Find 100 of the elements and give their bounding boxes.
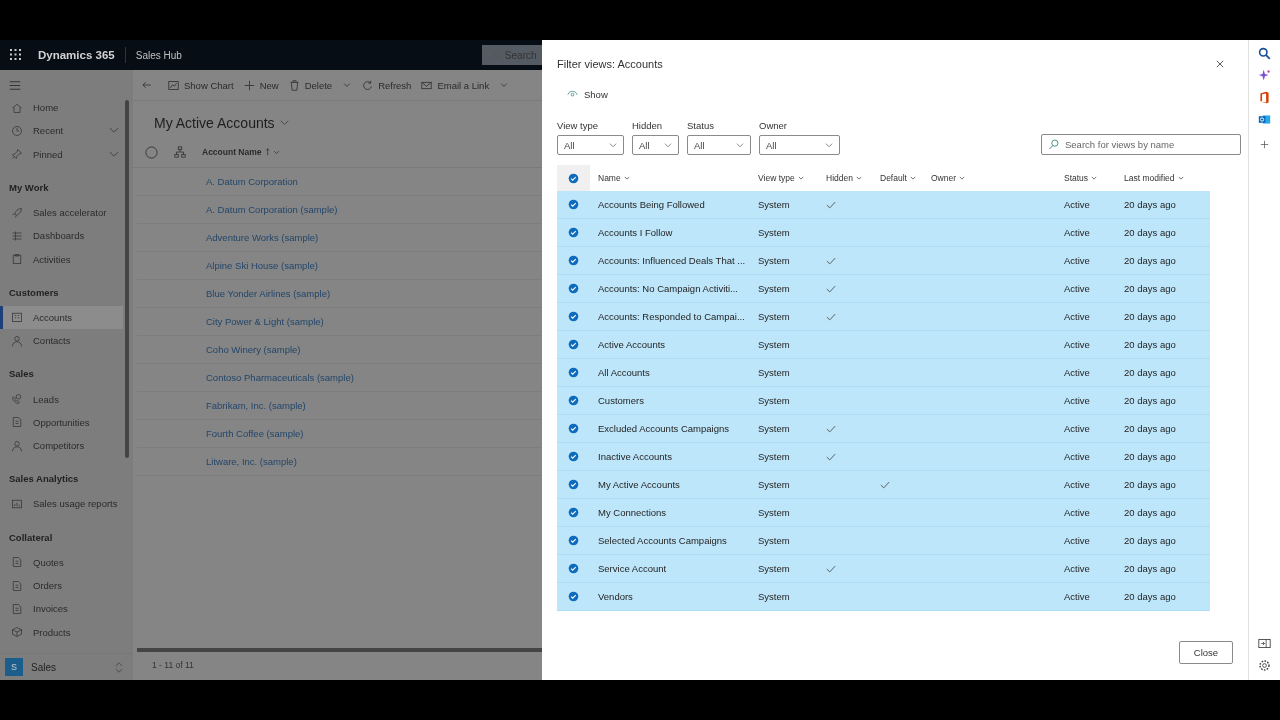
row-checkbox[interactable] [568,283,579,294]
settings-icon[interactable] [1258,659,1271,672]
table-row[interactable]: Customers System Active 20 days ago [557,387,1210,415]
command-button[interactable]: Email a Link [421,79,490,91]
row-checkbox[interactable] [568,591,579,602]
row-checkbox[interactable] [568,451,579,462]
table-row[interactable]: Accounts: Responded to Campai... System Active 20 days ago [557,303,1210,331]
select-all-checkbox[interactable] [568,172,579,184]
row-checkbox[interactable] [568,311,579,322]
nav-item[interactable]: Dashboards [0,224,123,248]
table-row[interactable]: Accounts: No Campaign Activiti... System Active 20 days ago [557,275,1210,303]
nav-item[interactable]: Accounts [0,305,123,330]
row-checkbox[interactable] [568,395,579,406]
table-row[interactable]: Service Account System Active 20 days ago [557,555,1210,583]
account-link[interactable]: Contoso Pharmaceuticals (sample) [206,372,354,383]
up-down-chevron-icon [115,661,123,673]
nav-item[interactable]: Competitors [0,433,123,458]
nav-item[interactable]: Opportunities [0,410,123,434]
row-checkbox[interactable] [568,479,579,490]
account-link[interactable]: A. Datum Corporation (sample) [206,204,338,215]
close-button[interactable]: Close [1179,641,1233,664]
nav-item[interactable]: Home [0,96,123,120]
row-checkbox[interactable] [568,535,579,546]
outlook-icon[interactable] [1258,113,1271,126]
nav-item[interactable]: Orders [0,573,123,598]
account-link[interactable]: City Power & Light (sample) [206,316,324,327]
back-arrow-icon[interactable] [141,80,152,90]
account-link[interactable]: Adventure Works (sample) [206,232,319,243]
table-row[interactable]: All Accounts System Active 20 days ago [557,359,1210,387]
app-launcher-icon[interactable] [10,49,22,61]
nav-item[interactable]: Sales accelerator [0,200,123,225]
checkmark-icon [826,452,836,461]
filter-dropdown[interactable]: All [759,135,840,155]
table-row[interactable]: My Connections System Active 20 days ago [557,499,1210,527]
nav-item[interactable]: Leads [0,387,123,411]
table-cell: Active [1064,451,1090,462]
account-link[interactable]: Litware, Inc. (sample) [206,456,297,467]
row-checkbox[interactable] [568,367,579,378]
table-row[interactable]: Accounts Being Followed System Active 20 days ago [557,191,1210,219]
table-row[interactable]: Accounts: Influenced Deals That ... System Active 20 days ago [557,247,1210,275]
chevron-down-icon [609,142,617,148]
row-checkbox[interactable] [568,423,579,434]
row-checkbox[interactable] [568,255,579,266]
column-header[interactable]: Account Name [202,147,262,157]
table-cell: All Accounts [598,367,650,378]
table-row[interactable]: Accounts I Follow System Active 20 days ago [557,219,1210,247]
filter-dropdown[interactable]: All [632,135,679,155]
account-link[interactable]: Fourth Coffee (sample) [206,428,304,439]
account-link[interactable]: A. Datum Corporation [206,176,298,187]
row-checkbox[interactable] [568,199,579,210]
nav-item[interactable]: Products [0,620,123,644]
column-header[interactable]: Name [598,173,630,183]
command-button[interactable]: Show Chart [168,79,234,91]
view-title[interactable]: My Active Accounts [154,115,275,131]
command-button[interactable]: New [243,79,279,91]
nav-item[interactable]: Quotes [0,550,123,574]
table-row[interactable]: Active Accounts System Active 20 days ago [557,331,1210,359]
chevron-down-icon[interactable] [279,120,289,126]
nav-item[interactable]: Contacts [0,329,123,353]
checkmark-icon [826,564,836,573]
search-icon[interactable] [1258,47,1271,60]
nav-item[interactable]: Pinned [0,142,123,166]
show-button[interactable]: Show [567,87,608,101]
column-header[interactable]: View type [758,173,804,183]
sparkle-icon[interactable] [1258,69,1271,82]
nav-item[interactable]: Activities [0,247,123,271]
office-icon[interactable] [1258,91,1271,104]
nav-item[interactable]: Invoices [0,597,123,621]
panel-icon[interactable] [1258,637,1271,650]
menu-icon[interactable] [9,81,21,90]
table-cell: System [758,591,790,602]
row-checkbox[interactable] [568,227,579,238]
table-row[interactable]: Selected Accounts Campaigns System Active 20 days ago [557,527,1210,555]
account-link[interactable]: Alpine Ski House (sample) [206,260,318,271]
account-link[interactable]: Coho Winery (sample) [206,344,301,355]
table-cell: Active [1064,255,1090,266]
account-link[interactable]: Fabrikam, Inc. (sample) [206,400,306,411]
search-field[interactable]: Search for views by name [1041,134,1241,155]
column-header[interactable]: Hidden [826,173,862,183]
close-icon[interactable] [1216,60,1224,68]
table-row[interactable]: My Active Accounts System Active 20 days ago [557,471,1210,499]
command-button[interactable]: Delete [288,79,333,91]
filter-dropdown[interactable]: All [687,135,751,155]
row-checkbox[interactable] [568,339,579,350]
row-checkbox[interactable] [568,507,579,518]
column-header[interactable]: Status [1064,173,1098,183]
column-header[interactable]: Last modified [1124,173,1184,183]
column-header[interactable]: Default [880,173,916,183]
plus-icon[interactable] [1260,140,1269,149]
filter-dropdown[interactable]: All [557,135,624,155]
select-all-checkbox[interactable] [145,145,158,159]
nav-item[interactable]: Sales usage reports [0,492,123,516]
account-link[interactable]: Blue Yonder Airlines (sample) [206,288,331,299]
row-checkbox[interactable] [568,563,579,574]
column-header[interactable]: Owner [931,173,966,183]
command-button[interactable]: Refresh [362,79,412,91]
table-row[interactable]: Inactive Accounts System Active 20 days ago [557,443,1210,471]
nav-item[interactable]: Recent [0,119,123,143]
table-row[interactable]: Vendors System Active 20 days ago [557,583,1210,611]
table-row[interactable]: Excluded Accounts Campaigns System Active 20 days ago [557,415,1210,443]
